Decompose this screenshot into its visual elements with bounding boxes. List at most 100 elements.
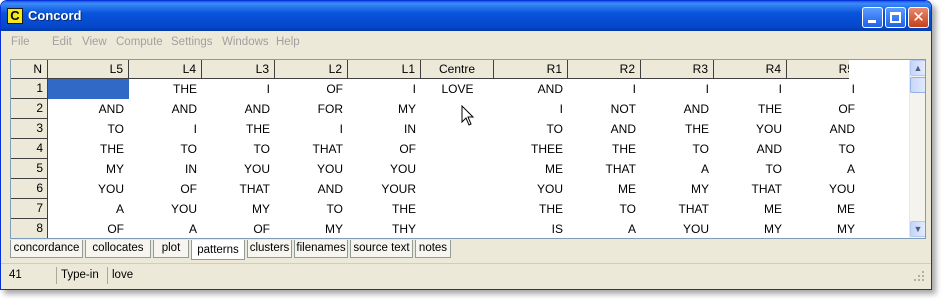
row-number[interactable]: 1 — [11, 79, 48, 99]
cell-l4[interactable]: AND — [129, 99, 202, 119]
cell-r4[interactable]: ME — [714, 199, 787, 219]
table-row[interactable]: 4 THE TO TO THAT OF THEE THE TO AND TO — [11, 139, 855, 159]
cell-l3[interactable]: YOU — [202, 159, 275, 179]
menu-file[interactable]: File — [11, 36, 30, 48]
scroll-down-button[interactable]: ▼ — [910, 221, 925, 237]
cell-l5[interactable]: A — [48, 199, 129, 219]
cell-centre[interactable]: LOVE — [421, 79, 494, 99]
cell-centre[interactable] — [421, 139, 494, 159]
cell-r3[interactable]: MY — [641, 179, 714, 199]
cell-r2[interactable]: A — [568, 219, 641, 238]
cell-l4[interactable]: THE — [129, 79, 202, 99]
patterns-grid[interactable]: N L5 L4 L3 L2 L1 Centre R1 R2 R3 R4 R5 1… — [10, 59, 926, 239]
column-header-n[interactable]: N — [11, 60, 48, 79]
column-header-r2[interactable]: R2 — [568, 60, 641, 79]
cell-l4[interactable]: OF — [129, 179, 202, 199]
column-header-r4[interactable]: R4 — [714, 60, 787, 79]
cell-l5[interactable]: OF — [48, 219, 129, 238]
cell-l3[interactable]: OF — [202, 219, 275, 238]
tab-collocates[interactable]: collocates — [85, 240, 151, 258]
cell-r4[interactable]: TO — [714, 159, 787, 179]
vertical-scrollbar[interactable]: ▲ ▼ — [909, 60, 925, 238]
table-row[interactable]: 7 A YOU MY TO THE THE TO THAT ME ME — [11, 199, 855, 219]
menu-settings[interactable]: Settings — [171, 36, 213, 48]
cell-l4[interactable]: A — [129, 219, 202, 238]
cell-r2[interactable]: I — [568, 79, 641, 99]
cell-r4[interactable]: MY — [714, 219, 787, 238]
cell-l1[interactable]: YOUR — [348, 179, 421, 199]
cell-r2[interactable]: AND — [568, 119, 641, 139]
row-number[interactable]: 5 — [11, 159, 48, 179]
cell-l3[interactable]: THE — [202, 119, 275, 139]
cell-l1[interactable]: MY — [348, 99, 421, 119]
cell-r1[interactable]: YOU — [494, 179, 568, 199]
cell-r3[interactable]: I — [641, 79, 714, 99]
tab-source-text[interactable]: source text — [350, 240, 413, 258]
menu-edit[interactable]: Edit — [52, 36, 72, 48]
cell-l2[interactable]: FOR — [275, 99, 348, 119]
cell-l5[interactable]: YOU — [48, 179, 129, 199]
column-header-l1[interactable]: L1 — [348, 60, 421, 79]
cell-r5[interactable]: YOU — [787, 179, 860, 199]
selected-cell[interactable] — [48, 79, 129, 99]
cell-l3[interactable]: TO — [202, 139, 275, 159]
cell-r3[interactable]: THAT — [641, 199, 714, 219]
cell-centre[interactable] — [421, 179, 494, 199]
cell-l4[interactable]: TO — [129, 139, 202, 159]
cell-centre[interactable] — [421, 199, 494, 219]
cell-r5[interactable]: AND — [787, 119, 860, 139]
cell-centre[interactable] — [421, 99, 494, 119]
cell-l1[interactable]: THY — [348, 219, 421, 238]
resize-grip-icon[interactable] — [913, 270, 925, 282]
cell-r1[interactable]: AND — [494, 79, 568, 99]
cell-r2[interactable]: NOT — [568, 99, 641, 119]
cell-centre[interactable] — [421, 119, 494, 139]
table-row[interactable]: 1 THE I OF I LOVE AND I I I I — [11, 79, 855, 99]
cell-centre[interactable] — [421, 219, 494, 238]
menu-help[interactable]: Help — [276, 36, 300, 48]
cell-r4[interactable]: THE — [714, 99, 787, 119]
cell-r1[interactable]: ME — [494, 159, 568, 179]
cell-l5[interactable]: TO — [48, 119, 129, 139]
table-row[interactable]: 8 OF A OF MY THY IS A YOU MY MY — [11, 219, 855, 238]
cell-l5[interactable]: MY — [48, 159, 129, 179]
row-number[interactable]: 2 — [11, 99, 48, 119]
cell-l3[interactable]: I — [202, 79, 275, 99]
menu-view[interactable]: View — [82, 36, 107, 48]
menu-compute[interactable]: Compute — [116, 36, 163, 48]
tab-notes[interactable]: notes — [415, 240, 451, 258]
cell-r3[interactable]: THE — [641, 119, 714, 139]
cell-l3[interactable]: MY — [202, 199, 275, 219]
maximize-button[interactable] — [885, 7, 906, 28]
cell-r1[interactable]: I — [494, 99, 568, 119]
tab-clusters[interactable]: clusters — [247, 240, 292, 258]
column-header-r1[interactable]: R1 — [494, 60, 568, 79]
cell-centre[interactable] — [421, 159, 494, 179]
row-number[interactable]: 6 — [11, 179, 48, 199]
cell-r5[interactable]: OF — [787, 99, 860, 119]
tab-patterns[interactable]: patterns — [191, 240, 245, 260]
cell-r2[interactable]: TO — [568, 199, 641, 219]
cell-r5[interactable]: I — [787, 79, 860, 99]
cell-l3[interactable]: AND — [202, 99, 275, 119]
cell-r4[interactable]: AND — [714, 139, 787, 159]
cell-r2[interactable]: ME — [568, 179, 641, 199]
cell-l5[interactable]: AND — [48, 99, 129, 119]
cell-l2[interactable]: TO — [275, 199, 348, 219]
tab-filenames[interactable]: filenames — [294, 240, 348, 258]
column-header-centre[interactable]: Centre — [421, 60, 494, 79]
column-header-l5[interactable]: L5 — [48, 60, 129, 79]
cell-r2[interactable]: THAT — [568, 159, 641, 179]
column-header-r3[interactable]: R3 — [641, 60, 714, 79]
cell-r1[interactable]: TO — [494, 119, 568, 139]
cell-l2[interactable]: YOU — [275, 159, 348, 179]
cell-l2[interactable]: I — [275, 119, 348, 139]
cell-l1[interactable]: IN — [348, 119, 421, 139]
row-number[interactable]: 7 — [11, 199, 48, 219]
cell-r1[interactable]: IS — [494, 219, 568, 238]
tab-concordance[interactable]: concordance — [10, 240, 83, 258]
scroll-thumb[interactable] — [910, 77, 925, 93]
title-bar[interactable]: C Concord ✕ — [1, 1, 931, 31]
close-button[interactable]: ✕ — [908, 7, 929, 28]
cell-r3[interactable]: TO — [641, 139, 714, 159]
